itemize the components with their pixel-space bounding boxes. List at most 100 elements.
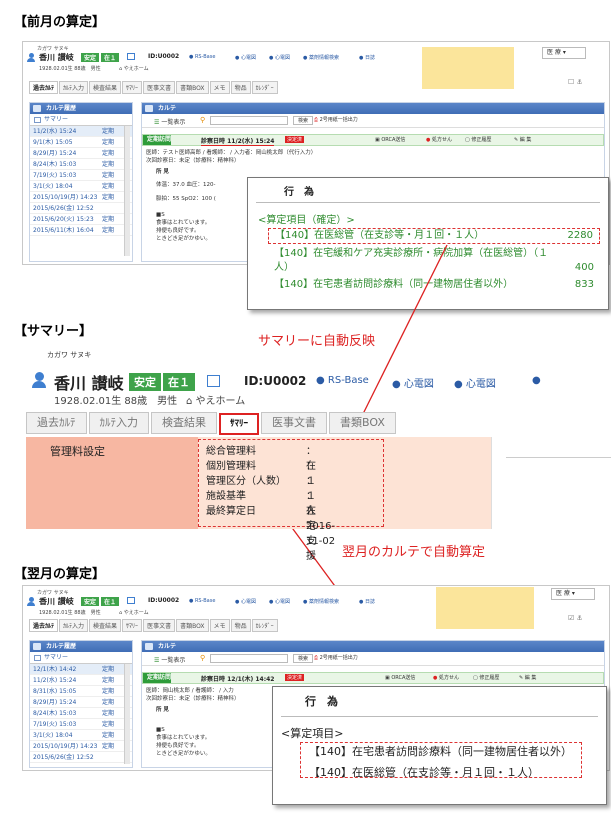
patient-birth-large: 1928.02.01生 88歳 男性: [54, 396, 178, 407]
summary-key: 施設基準: [206, 491, 246, 502]
diary-link-next[interactable]: ● 日誌: [359, 598, 375, 605]
rs-base-link-next[interactable]: ● RS-Base: [189, 598, 215, 604]
next_history-item[interactable]: 3/1(火) 18:04 定期: [30, 730, 132, 741]
patient-id-next: ID:U0002: [148, 597, 180, 604]
summary-key: 管理区分（人数）: [206, 476, 286, 487]
ecg-link-next-1[interactable]: ● 心電図: [235, 598, 256, 605]
decided-badge-next: 決定済: [285, 674, 305, 681]
tab-1[interactable]: ｶﾙﾃ入力: [59, 619, 89, 632]
popup-header-next: <算定項目>: [281, 727, 344, 740]
patient-kana-next: カガワ サヌキ: [37, 590, 69, 596]
summary-link-next[interactable]: サマリー: [30, 652, 132, 664]
summary-body: 管理料設定 総合管理料 ：在１ 個別管理料：管理区分（人数） ：１人 施設基準 ：在宅支援…: [26, 437, 611, 562]
patient-name-next: 香川 讃岐: [39, 597, 74, 606]
next_history-item[interactable]: 2015/6/26(金) 12:52: [30, 752, 132, 763]
drug-search-link-next[interactable]: ● 薬剤情報検索: [303, 598, 339, 605]
patient-facility-next: ⌂ やえホーム: [119, 610, 149, 616]
annotation-auto-calc: 翌月のカルテで自動算定: [342, 545, 486, 560]
tab-large-5[interactable]: 書類BOX: [329, 412, 396, 434]
next_history-item[interactable]: 8/31(水) 15:05 定期: [30, 686, 132, 697]
status-badge-large: 安定: [129, 373, 161, 391]
search-input-next[interactable]: [210, 654, 288, 663]
tab-large-1[interactable]: ｶﾙﾃ入力: [88, 412, 149, 434]
summary-value: ：2016-11-02: [306, 506, 336, 547]
edit-button-next[interactable]: ✎ 編 集: [519, 674, 536, 681]
ecg-link-large-3[interactable]: ●: [532, 375, 541, 386]
history-date: 8/24(木) 15:03: [33, 710, 77, 717]
history-date: 2015/6/26(金) 12:52: [33, 754, 94, 761]
tab-large-4[interactable]: 医事文書: [261, 412, 328, 434]
search-icon-next: ⚲: [200, 654, 206, 662]
next_history-item[interactable]: 8/29(月) 15:24 定期: [30, 697, 132, 708]
summary-screen: カガワ サヌキ 香川 讃岐 安定 在１ ID:U0002 ● RS-Base ● …: [24, 350, 611, 562]
tab-2[interactable]: 検査結果: [89, 619, 122, 632]
history-date: 2015/10/19(月) 14:23: [33, 743, 98, 750]
zai-badge-large: 在１: [163, 373, 195, 391]
person-icon-large: [32, 372, 46, 388]
tab-8[interactable]: ｶﾚﾝﾀﾞｰ: [251, 619, 278, 632]
history-panel-header-next: カルテ履歴: [30, 641, 132, 652]
summary-row: 個別管理料 ：: [206, 459, 316, 474]
tab-large-3[interactable]: ｻﾏﾘｰ: [219, 413, 260, 435]
sticky-note-next[interactable]: [436, 587, 534, 629]
patient-kana-large: カガワ サヌキ: [47, 351, 92, 359]
next_history-item[interactable]: 12/1(木) 14:42 定期: [30, 664, 132, 675]
tab-4[interactable]: 医事文書: [143, 619, 176, 632]
next_history-item[interactable]: 11/2(水) 15:24 定期: [30, 675, 132, 686]
next-highlight: [300, 742, 582, 778]
tab-6[interactable]: メモ: [209, 619, 230, 632]
summary-row: 総合管理料 ：在１: [206, 444, 316, 487]
summary-label: 管理料設定: [50, 445, 105, 458]
tab-5[interactable]: 書類BOX: [176, 619, 209, 632]
history-date: 12/1(木) 14:42: [33, 666, 77, 673]
search-button-next[interactable]: 検索: [293, 654, 314, 663]
tab-0[interactable]: 過去ｶﾙﾃ: [29, 619, 59, 632]
next_history-item[interactable]: 2015/10/19(月) 14:23 定期: [30, 741, 132, 752]
status-badge-next: 安定: [81, 597, 100, 606]
history-kind: 定期: [101, 732, 114, 739]
window-icon-next[interactable]: [127, 597, 135, 604]
ecg-link-large-2[interactable]: ● 心電図: [454, 375, 496, 390]
window-icon-large[interactable]: [207, 375, 220, 387]
anchor-icon-next[interactable]: ☑ ⚓: [568, 614, 583, 622]
popup-title-next: 行 為: [281, 693, 598, 717]
history-kind: 定期: [101, 721, 114, 728]
rs-base-link-large[interactable]: ● RS-Base: [316, 375, 369, 386]
print-button-next[interactable]: ⎙ 2号用紙一括出力: [314, 654, 358, 661]
visit-type-next: 定期訪問: [143, 673, 172, 683]
tab-large-2[interactable]: 検査結果: [151, 412, 217, 434]
summary-row: 最終算定日 ：2016-11-02: [206, 504, 335, 547]
patient-id-large: ID:U0002: [244, 374, 307, 388]
section-title-next: 【翌月の算定】: [14, 567, 106, 582]
rx-button-next[interactable]: ● 処方せん: [433, 674, 459, 681]
visit-date-next: 診察日時 12/1(木) 14:42: [201, 676, 275, 683]
history-scrollbar-next[interactable]: [124, 664, 130, 764]
history-kind: 定期: [101, 666, 114, 673]
patient-birth-next: 1928.02.01生 88歳 男性: [39, 610, 101, 616]
history-date: 7/19(火) 15:03: [33, 721, 77, 728]
patient-facility-large: ⌂ やえホーム: [186, 396, 246, 407]
annotation-auto-reflect: サマリーに自動反映: [258, 334, 376, 349]
next_history-item[interactable]: 7/19(火) 15:03 定期: [30, 719, 132, 730]
patient-name-large: 香川 讃岐: [54, 374, 124, 393]
zai-badge-next: 在１: [101, 597, 120, 606]
ecg-link-next-2[interactable]: ● 心電図: [269, 598, 290, 605]
history-date: 11/2(水) 15:24: [33, 677, 77, 684]
dept-select-next[interactable]: 医 療 ▾: [551, 588, 595, 600]
tab-bar-next: 過去ｶﾙﾃ ｶﾙﾃ入力 検査結果 ｻﾏﾘｰ 医事文書 書類BOX メモ 物品 ｶﾚﾝﾀﾞｰ: [29, 619, 279, 632]
history-kind: 定期: [101, 710, 114, 717]
next_history-item[interactable]: 8/24(木) 15:03 定期: [30, 708, 132, 719]
summary-row: 施設基準 ：在宅支援: [206, 489, 316, 562]
summary-row: 管理区分（人数） ：１人: [206, 474, 316, 517]
ecg-link-large-1[interactable]: ● 心電図: [392, 375, 434, 390]
history-button-next[interactable]: ▢ 修正履歴: [473, 674, 499, 681]
tab-large-0[interactable]: 過去ｶﾙﾃ: [26, 412, 87, 434]
tab-3[interactable]: ｻﾏﾘｰ: [122, 619, 143, 632]
history-date: 8/29(月) 15:24: [33, 699, 77, 706]
orca-button-next[interactable]: ▣ ORCA送信: [385, 674, 415, 681]
history-date: 8/31(水) 15:05: [33, 688, 77, 695]
list-button-next[interactable]: ☰ 一覧表示: [154, 655, 185, 664]
history-list-next: 12/1(木) 14:42 定期 11/2(水) 15:24 定期 8/31(水) 15…: [30, 664, 132, 766]
person-icon-next: [27, 597, 35, 606]
tab-7[interactable]: 物品: [230, 619, 251, 632]
